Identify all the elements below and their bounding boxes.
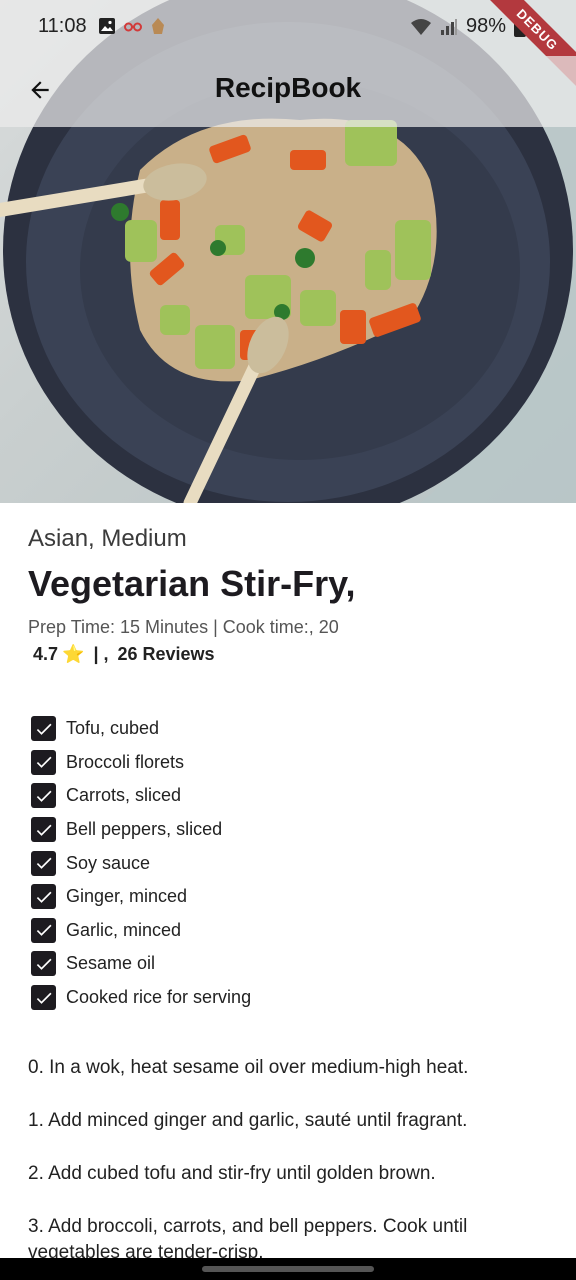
app-notification-icon (152, 18, 164, 34)
ingredient-checkbox[interactable] (31, 917, 56, 943)
ingredient-label: Garlic, minced (66, 919, 182, 940)
ingredient-label: Soy sauce (66, 852, 151, 873)
ingredient-checkbox[interactable] (31, 716, 56, 742)
ingredient-checkbox[interactable] (31, 817, 56, 843)
status-time: 11:08 (38, 15, 87, 37)
system-navigation-bar (0, 1258, 576, 1280)
ingredient-label: Cooked rice for serving (66, 987, 252, 1008)
home-gesture-handle[interactable] (202, 1266, 374, 1272)
app-title: RecipBook (214, 72, 362, 103)
recipe-title: Vegetarian Stir-Fry, (28, 563, 356, 604)
ingredient-checkbox[interactable] (31, 783, 56, 809)
ingredient-label: Tofu, cubed (66, 718, 160, 739)
glasses-icon (124, 22, 142, 32)
check-icon (36, 958, 51, 970)
review-count: 26 Reviews (117, 644, 215, 664)
status-notification-icons (98, 17, 166, 35)
instructions-list: 0. In a wok, heat sesame oil over medium… (28, 1055, 558, 1267)
ingredient-item[interactable]: Soy sauce (31, 846, 551, 880)
ingredient-label: Sesame oil (66, 953, 156, 974)
ingredient-checkbox[interactable] (31, 951, 56, 977)
ingredient-checkbox[interactable] (31, 749, 56, 775)
ingredient-item[interactable]: Ginger, minced (31, 880, 551, 914)
ingredient-item[interactable]: Garlic, minced (31, 914, 551, 948)
ingredient-item[interactable]: Broccoli florets (31, 746, 551, 780)
instruction-step: 1. Add minced ginger and garlic, sauté u… (28, 1110, 468, 1131)
ingredient-label: Carrots, sliced (66, 785, 182, 806)
wifi-icon (410, 18, 431, 35)
status-bar: 11:08 98% (0, 0, 576, 56)
check-icon (36, 992, 51, 1004)
ingredient-label: Ginger, minced (66, 886, 188, 907)
recipe-times: Prep Time: 15 Minutes | Cook time:, 20 (28, 617, 339, 637)
star-icon: ⭐ (62, 644, 85, 664)
battery-percent: 98% (465, 15, 506, 37)
check-icon (36, 757, 51, 769)
ingredient-item[interactable]: Bell peppers, sliced (31, 813, 551, 847)
rating-row: 4.7 ⭐ | , 26 Reviews (33, 644, 558, 665)
ingredient-label: Bell peppers, sliced (66, 819, 223, 840)
recipe-header: Asian, Medium Vegetarian Stir-Fry, Prep … (28, 525, 558, 665)
instruction-step: 0. In a wok, heat sesame oil over medium… (28, 1057, 469, 1078)
ingredient-checkbox[interactable] (31, 884, 56, 910)
signal-icon (440, 18, 457, 35)
rating-separator: | , (88, 644, 114, 664)
check-icon (36, 824, 51, 836)
instruction-step: 2. Add cubed tofu and stir-fry until gol… (28, 1163, 436, 1184)
ingredient-item[interactable]: Carrots, sliced (31, 779, 551, 813)
app-bar: RecipBook (0, 56, 576, 127)
ingredient-checkbox[interactable] (31, 985, 56, 1011)
ingredient-item[interactable]: Tofu, cubed (31, 712, 551, 746)
check-icon (36, 891, 51, 903)
check-icon (36, 790, 51, 802)
ingredient-item[interactable]: Cooked rice for serving (31, 981, 551, 1015)
recipe-category: Asian, Medium (28, 525, 187, 552)
check-icon (36, 723, 51, 735)
check-icon (36, 925, 51, 937)
ingredient-label: Broccoli florets (66, 751, 185, 772)
ingredients-list: Tofu, cubed Broccoli florets Carrots, sl… (31, 712, 551, 1014)
ingredient-checkbox[interactable] (31, 850, 56, 876)
image-icon (99, 18, 115, 34)
check-icon (36, 857, 51, 870)
ingredient-item[interactable]: Sesame oil (31, 947, 551, 981)
rating-value: 4.7 (33, 644, 59, 664)
